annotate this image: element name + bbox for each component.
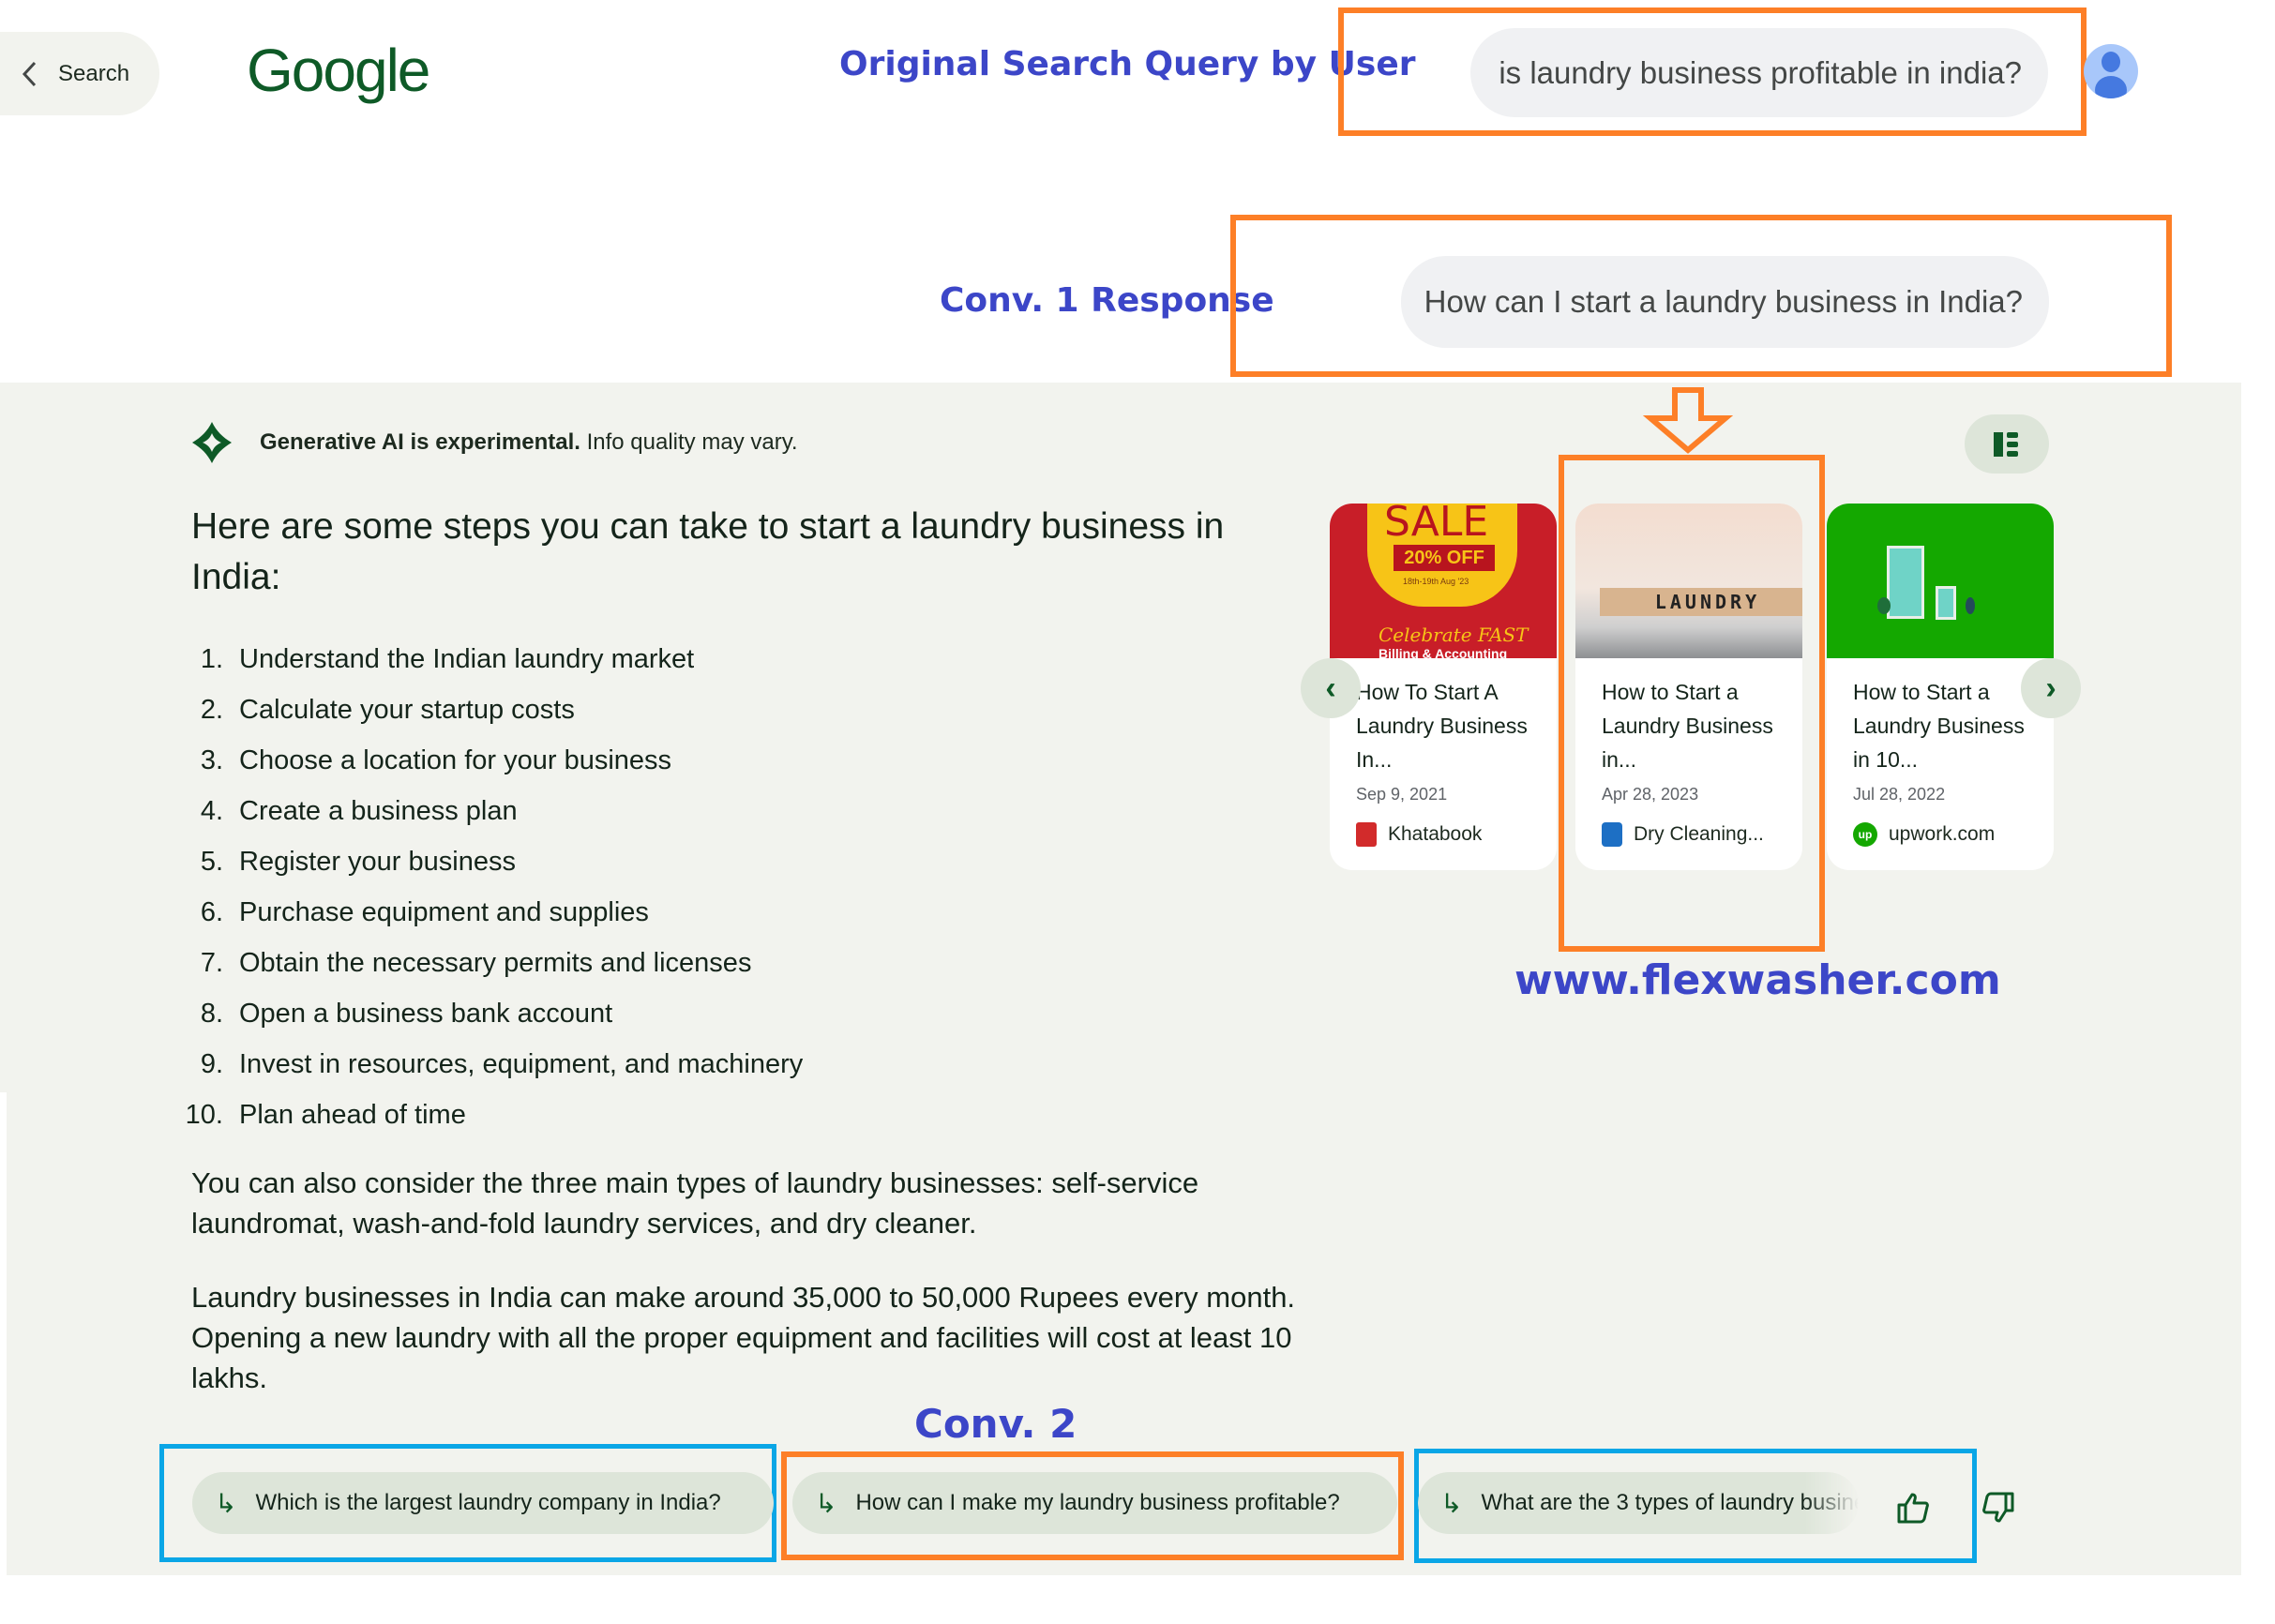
thumbnail-tree — [1877, 597, 1891, 614]
thumbs-up-icon[interactable] — [1896, 1491, 1930, 1525]
thumbnail-building-tall — [1887, 546, 1924, 619]
google-logo[interactable]: Google — [247, 36, 430, 105]
list-view-button[interactable] — [1965, 414, 2049, 474]
response-paragraph-earnings: Laundry businesses in India can make aro… — [191, 1281, 1296, 1394]
suggestion-text: What are the 3 types of laundry business… — [1481, 1490, 1859, 1515]
card-date: Jul 28, 2022 — [1853, 785, 1946, 804]
panel-edge-gap — [0, 1092, 7, 1575]
step-number: 5. — [200, 846, 223, 877]
suggestion-chip[interactable]: ↳ How can I make my laundry business pro… — [792, 1472, 1397, 1534]
card-title[interactable]: How To Start A Laundry Business In... — [1356, 675, 1544, 776]
step-number: 6. — [200, 896, 223, 927]
arrow-return-icon: ↳ — [1440, 1488, 1463, 1518]
step-number: 4. — [200, 795, 223, 826]
step-number: 3. — [200, 744, 223, 775]
suggestion-chip[interactable]: ↳ Which is the largest laundry company i… — [192, 1472, 774, 1534]
thumbnail-building-short — [1936, 586, 1956, 620]
step-text: Plan ahead of time — [239, 1099, 466, 1130]
card-source[interactable]: Khatabook — [1356, 822, 1482, 847]
arrow-return-icon: ↳ — [215, 1488, 237, 1518]
step-number: 1. — [200, 643, 223, 674]
list-item: 10. Plan ahead of time — [178, 1090, 1257, 1140]
chevron-left-icon — [22, 61, 37, 86]
carousel-next-button[interactable]: › — [2021, 658, 2081, 718]
step-text: Invest in resources, equipment, and mach… — [239, 1048, 804, 1079]
thumbnail-tree — [1966, 597, 1975, 614]
annotation-conv1-label: Conv. 1 Response — [940, 281, 1274, 320]
step-text: Calculate your startup costs — [239, 694, 575, 725]
ai-notice-bold: Generative AI is experimental. — [260, 429, 580, 455]
list-item: 1. Understand the Indian laundry market — [178, 634, 1257, 684]
card-source[interactable]: up upwork.com — [1853, 822, 1995, 847]
card-date: Sep 9, 2021 — [1356, 785, 1448, 804]
card-source-name: Khatabook — [1388, 823, 1483, 845]
list-view-icon — [1994, 431, 2018, 457]
step-number: 7. — [200, 947, 223, 978]
step-text: Choose a location for your business — [239, 744, 672, 775]
response-paragraph-types: You can also consider the three main typ… — [191, 1166, 1199, 1240]
list-item: 2. Calculate your startup costs — [178, 684, 1257, 735]
step-text: Purchase equipment and supplies — [239, 896, 649, 927]
list-item: 8. Open a business bank account — [178, 988, 1257, 1039]
annotation-down-arrow-icon — [1643, 387, 1733, 454]
upwork-favicon-icon: up — [1853, 822, 1877, 847]
card-thumbnail — [1827, 504, 2054, 658]
chevron-right-icon: › — [2045, 669, 2057, 706]
suggestion-text: Which is the largest laundry company in … — [255, 1490, 721, 1515]
carousel-prev-button[interactable]: ‹ — [1301, 658, 1361, 718]
steps-list: 1. Understand the Indian laundry market 2… — [178, 634, 1257, 1140]
annotation-source-url: www.flexwasher.com — [1514, 956, 2001, 1004]
back-to-search-button[interactable]: Search — [0, 32, 159, 115]
original-query-text: is laundry business profitable in india? — [1499, 54, 2022, 90]
list-item: 9. Invest in resources, equipment, and ma… — [178, 1039, 1257, 1090]
khatabook-favicon-icon — [1356, 822, 1377, 847]
avatar-body-shape — [2095, 76, 2127, 98]
avatar[interactable] — [2084, 44, 2138, 98]
step-text: Create a business plan — [239, 795, 518, 826]
back-label: Search — [58, 60, 130, 86]
step-number: 9. — [200, 1048, 223, 1079]
source-card[interactable]: SALE 20% OFF 18th-19th Aug '23 Celebrate… — [1330, 504, 1557, 870]
suggestion-chip[interactable]: ↳ What are the 3 types of laundry busine… — [1418, 1472, 1859, 1534]
step-text: Register your business — [239, 846, 516, 877]
followup-query-bubble[interactable]: How can I start a laundry business in In… — [1401, 256, 2049, 348]
thumbnail-sale-text: SALE — [1384, 504, 1489, 546]
ai-experimental-notice: Generative AI is experimental. Info qual… — [260, 429, 798, 456]
suggestion-text: How can I make my laundry business profi… — [855, 1490, 1340, 1515]
list-item: 7. Obtain the necessary permits and licen… — [178, 938, 1257, 988]
chevron-left-icon: ‹ — [1325, 669, 1336, 706]
thumbnail-sub-text: Billing & Accounting — [1379, 646, 1508, 658]
list-item: 6. Purchase equipment and supplies — [178, 887, 1257, 938]
card-title[interactable]: How to Start a Laundry Business in 10... — [1853, 675, 2041, 776]
annotation-box-source-card — [1559, 455, 1825, 952]
card-source-name: upwork.com — [1889, 823, 1996, 845]
thumbs-down-icon[interactable] — [1981, 1491, 2015, 1525]
step-number: 2. — [200, 694, 223, 725]
list-item: 3. Choose a location for your business — [178, 735, 1257, 786]
step-number: 8. — [200, 998, 223, 1029]
step-text: Obtain the necessary permits and license… — [239, 947, 752, 978]
thumbnail-dates-text: 18th-19th Aug '23 — [1403, 577, 1469, 586]
thumbnail-offer-text: 20% OFF — [1394, 545, 1495, 571]
step-text: Open a business bank account — [239, 998, 613, 1029]
card-thumbnail: SALE 20% OFF 18th-19th Aug '23 Celebrate… — [1330, 504, 1557, 658]
thumbnail-celebrate-text: Celebrate FAST — [1379, 624, 1529, 646]
step-number: 10. — [185, 1099, 223, 1130]
sparkle-icon — [192, 422, 232, 463]
followup-query-text: How can I start a laundry business in In… — [1424, 284, 2023, 319]
step-text: Understand the Indian laundry market — [239, 643, 695, 674]
original-query-bubble[interactable]: is laundry business profitable in india? — [1470, 28, 2048, 117]
arrow-return-icon: ↳ — [815, 1488, 837, 1518]
list-item: 4. Create a business plan — [178, 786, 1257, 836]
list-item: 5. Register your business — [178, 836, 1257, 887]
ai-notice-rest: Info quality may vary. — [580, 429, 798, 455]
avatar-head-shape — [2102, 52, 2120, 72]
panel-edge-gap-right — [2241, 383, 2275, 1020]
annotation-conv2-label: Conv. 2 — [914, 1401, 1077, 1447]
annotation-original-query-label: Original Search Query by User — [839, 45, 1416, 83]
response-heading: Here are some steps you can take to star… — [191, 506, 1225, 597]
source-card[interactable]: How to Start a Laundry Business in 10...… — [1827, 504, 2054, 870]
